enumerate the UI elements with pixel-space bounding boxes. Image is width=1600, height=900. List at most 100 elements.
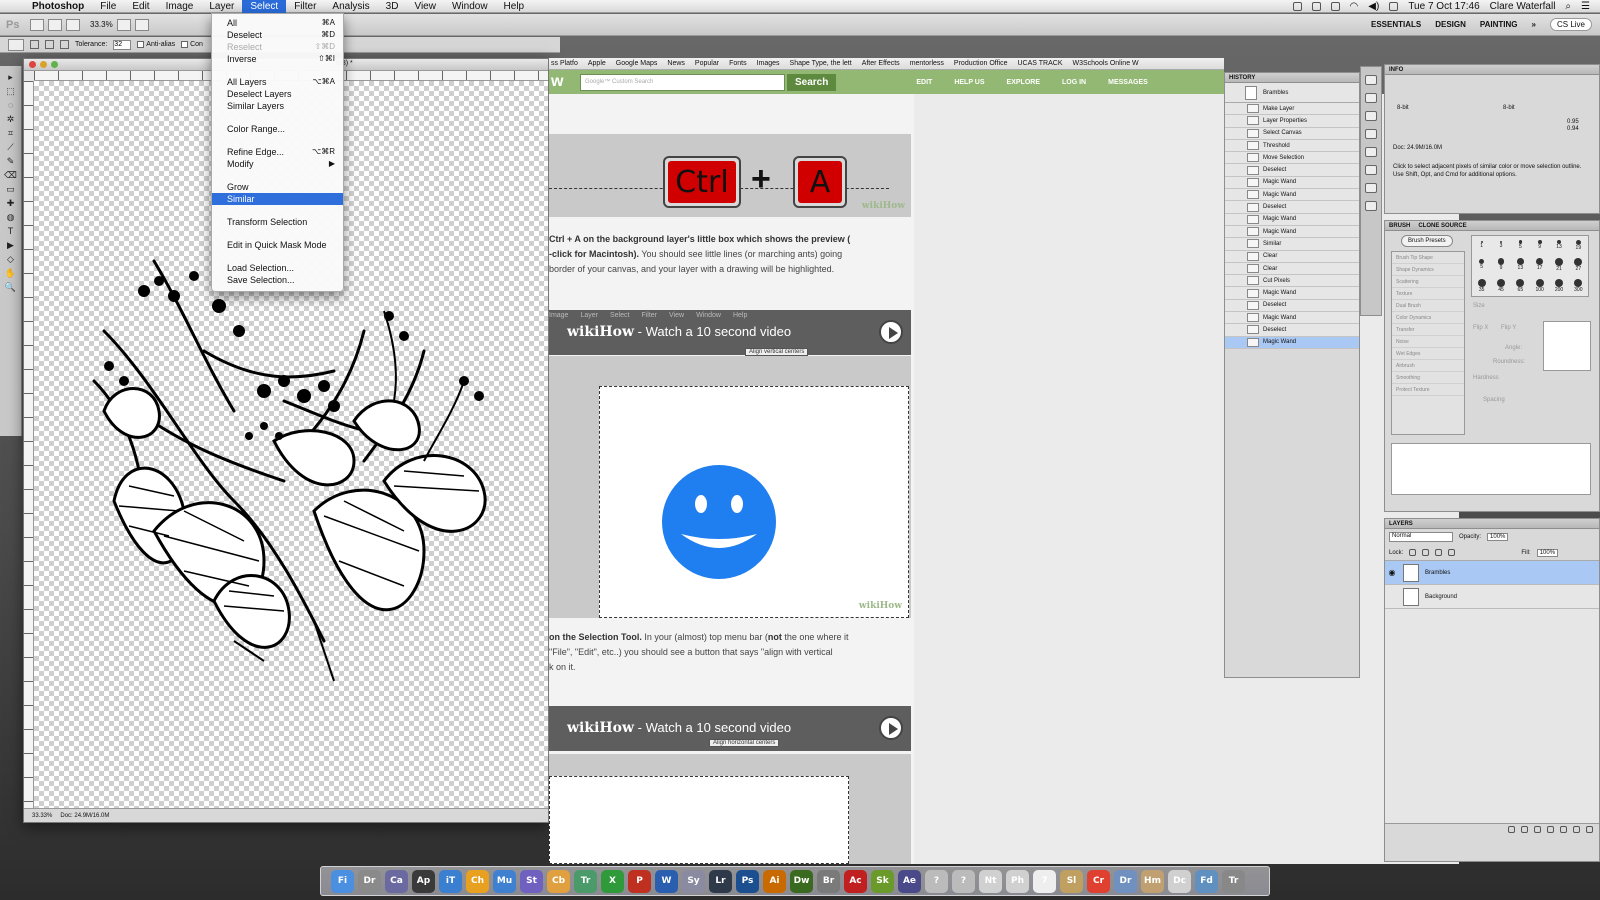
menu-window[interactable]: Window bbox=[444, 0, 496, 13]
character-icon[interactable] bbox=[1365, 165, 1377, 175]
brush-tip-6[interactable]: 5 bbox=[1472, 254, 1491, 275]
lock-image-icon[interactable] bbox=[1422, 549, 1430, 556]
bookmark-10[interactable]: Production Office bbox=[954, 60, 1008, 67]
brush-option-10[interactable]: Smoothing bbox=[1392, 372, 1464, 384]
dock-app-18-icon[interactable]: Br bbox=[817, 869, 840, 893]
menu-file[interactable]: File bbox=[92, 0, 124, 13]
new-layer-icon[interactable] bbox=[1573, 826, 1580, 833]
tool-10-icon[interactable]: ◍ bbox=[4, 212, 18, 223]
tool-7-icon[interactable]: ⌫ bbox=[4, 170, 18, 181]
dock-app-13-icon[interactable]: Sy bbox=[682, 869, 705, 893]
dock-app-5-icon[interactable]: Ch bbox=[466, 869, 489, 893]
dock-app-23-icon[interactable]: ? bbox=[952, 869, 975, 893]
magic-wand-preset-icon[interactable] bbox=[8, 38, 24, 51]
tool-4-icon[interactable]: ⌗ bbox=[4, 128, 18, 139]
history-step[interactable]: Clear bbox=[1225, 262, 1359, 276]
history-step[interactable]: Magic Wand bbox=[1225, 336, 1359, 349]
subtract-selection-icon[interactable] bbox=[60, 40, 69, 49]
dock-app-3-icon[interactable]: Ap bbox=[412, 869, 435, 893]
tool-0-icon[interactable]: ▸ bbox=[4, 72, 18, 83]
link-layers-icon[interactable] bbox=[1508, 826, 1515, 833]
menu-item-deselect-layers[interactable]: Deselect Layers bbox=[212, 88, 343, 100]
brush-option-11[interactable]: Protect Texture bbox=[1392, 384, 1464, 396]
cs-live-button[interactable]: CS Live bbox=[1549, 18, 1592, 31]
menu-item-deselect[interactable]: Deselect ⌘D bbox=[212, 29, 343, 41]
vertical-ruler[interactable] bbox=[24, 81, 34, 808]
brush-tip-17[interactable]: 300 bbox=[1569, 275, 1588, 296]
anti-alias-checkbox[interactable]: Anti-alias bbox=[137, 41, 175, 48]
app-menu[interactable]: Photoshop bbox=[24, 0, 92, 13]
menu-item-grow[interactable]: Grow bbox=[212, 181, 343, 193]
view-extras-button[interactable] bbox=[66, 18, 80, 31]
history-step[interactable]: Magic Wand bbox=[1225, 213, 1359, 226]
clock[interactable]: Tue 7 Oct 17:46 bbox=[1408, 1, 1479, 12]
dock-app-7-icon[interactable]: St bbox=[520, 869, 543, 893]
color-icon[interactable] bbox=[1365, 129, 1377, 139]
bookmark-11[interactable]: UCAS TRACK bbox=[1018, 60, 1063, 67]
brush-option-5[interactable]: Color Dynamics bbox=[1392, 312, 1464, 324]
add-selection-icon[interactable] bbox=[45, 40, 54, 49]
dock-app-22-icon[interactable]: ? bbox=[925, 869, 948, 893]
dock-app-14-icon[interactable]: Lr bbox=[709, 869, 732, 893]
tool-9-icon[interactable]: ✚ bbox=[4, 198, 18, 209]
flip-x-label[interactable]: Flip X bbox=[1473, 325, 1488, 331]
user-name[interactable]: Clare Waterfall bbox=[1490, 1, 1556, 12]
layer-row[interactable]: Background bbox=[1385, 585, 1599, 609]
video-banner-2[interactable]: wikiHow - Watch a 10 second video Align … bbox=[549, 706, 911, 751]
dock-app-20-icon[interactable]: Sk bbox=[871, 869, 894, 893]
brush-tip-16[interactable]: 200 bbox=[1549, 275, 1568, 296]
display-icon[interactable] bbox=[1311, 1, 1321, 11]
menu-analysis[interactable]: Analysis bbox=[324, 0, 377, 13]
spotlight-icon[interactable]: ⌕ bbox=[1565, 1, 1571, 12]
minimize-window-icon[interactable] bbox=[40, 61, 47, 68]
layer-row[interactable]: ◉ Brambles bbox=[1385, 561, 1599, 585]
dock-app-24-icon[interactable]: Nt bbox=[979, 869, 1002, 893]
flip-y-label[interactable]: Flip Y bbox=[1501, 325, 1516, 331]
list-icon[interactable]: ☰ bbox=[1581, 1, 1590, 12]
history-step[interactable]: Deselect bbox=[1225, 299, 1359, 313]
brush-tip-0[interactable]: 1 bbox=[1472, 236, 1491, 254]
tool-12-icon[interactable]: ▶ bbox=[4, 240, 18, 251]
brush-tip-10[interactable]: 21 bbox=[1549, 254, 1568, 275]
history-step[interactable]: Deselect bbox=[1225, 201, 1359, 214]
brush-option-0[interactable]: Brush Tip Shape bbox=[1392, 252, 1464, 264]
workspace-essentials[interactable]: ESSENTIALS bbox=[1371, 20, 1421, 29]
brush-tip-4[interactable]: 13 bbox=[1549, 236, 1568, 254]
bookmark-4[interactable]: Popular bbox=[695, 60, 719, 67]
brush-tip-2[interactable]: 5 bbox=[1511, 236, 1530, 254]
lock-all-icon[interactable] bbox=[1448, 549, 1456, 556]
brush-tip-15[interactable]: 100 bbox=[1530, 275, 1549, 296]
add-mask-icon[interactable] bbox=[1534, 826, 1541, 833]
history-step[interactable]: Magic Wand bbox=[1225, 189, 1359, 202]
bookmark-9[interactable]: mentorless bbox=[910, 60, 944, 67]
dock-app-4-icon[interactable]: iT bbox=[439, 869, 462, 893]
dock-app-10-icon[interactable]: X bbox=[601, 869, 624, 893]
brush-option-3[interactable]: Texture bbox=[1392, 288, 1464, 300]
menu-layer[interactable]: Layer bbox=[201, 0, 242, 13]
dock-app-16-icon[interactable]: Ai bbox=[763, 869, 786, 893]
menu-filter[interactable]: Filter bbox=[286, 0, 324, 13]
history-icon[interactable] bbox=[1365, 75, 1377, 85]
trash-icon[interactable] bbox=[1586, 826, 1593, 833]
opacity-input[interactable]: 100% bbox=[1487, 533, 1509, 541]
dock-app-11-icon[interactable]: P bbox=[628, 869, 651, 893]
dock-app-28-icon[interactable]: Cr bbox=[1087, 869, 1110, 893]
tool-8-icon[interactable]: ▭ bbox=[4, 184, 18, 195]
dock-app-17-icon[interactable]: Dw bbox=[790, 869, 813, 893]
wikihow-logo[interactable]: w bbox=[549, 73, 577, 91]
dock-app-19-icon[interactable]: Ac bbox=[844, 869, 867, 893]
battery-icon[interactable] bbox=[1389, 1, 1399, 11]
menu-select[interactable]: Select bbox=[242, 0, 287, 13]
paragraph-icon[interactable] bbox=[1365, 183, 1377, 193]
zoom-level[interactable]: 33.3% bbox=[90, 20, 113, 29]
history-step[interactable]: Select Canvas bbox=[1225, 127, 1359, 140]
menu-help[interactable]: Help bbox=[496, 0, 533, 13]
menu-item-refine-edge[interactable]: Refine Edge... ⌥⌘R bbox=[212, 146, 343, 158]
brush-option-1[interactable]: Shape Dynamics bbox=[1392, 264, 1464, 276]
tool-13-icon[interactable]: ◇ bbox=[4, 254, 18, 265]
history-step[interactable]: Magic Wand bbox=[1225, 287, 1359, 300]
adjustment-layer-icon[interactable] bbox=[1547, 826, 1554, 833]
menu-item-color-range[interactable]: Color Range... bbox=[212, 123, 343, 135]
brush-option-8[interactable]: Wet Edges bbox=[1392, 348, 1464, 360]
brush-tip-9[interactable]: 17 bbox=[1530, 254, 1549, 275]
